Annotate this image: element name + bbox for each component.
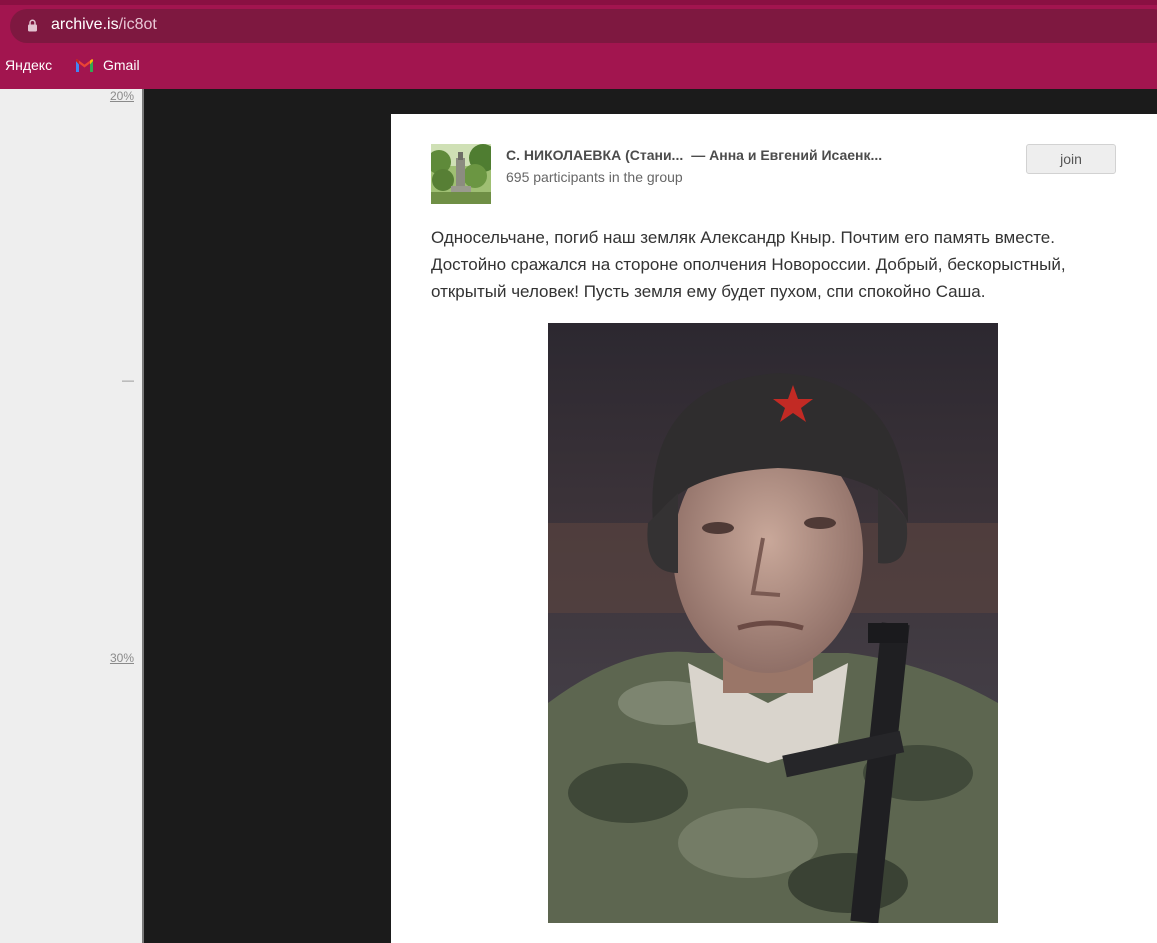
post-photo[interactable] <box>548 323 998 923</box>
scale-label-30[interactable]: 30% <box>110 651 134 665</box>
address-bar[interactable] <box>10 9 1157 43</box>
group-avatar[interactable] <box>431 144 491 204</box>
scroll-scale-panel: 20% — 30% <box>0 89 142 943</box>
post-card: С. НИКОЛАЕВКА (Стани... — Анна и Евгений … <box>391 114 1157 943</box>
post-author[interactable]: — Анна и Евгений Исаенк... <box>691 147 882 163</box>
group-avatar-image <box>431 144 491 204</box>
group-title-link[interactable]: С. НИКОЛАЕВКА (Стани... <box>506 147 683 163</box>
browser-chrome: archive.is/ic8ot Яндекс Gmail <box>0 0 1157 89</box>
soldier-photo <box>548 323 998 923</box>
window-top-edge <box>0 0 1157 5</box>
post-text: Односельчане, погиб наш земляк Александр… <box>431 228 1066 301</box>
bookmark-label: Яндекс <box>5 57 53 73</box>
scale-dash: — <box>122 373 134 387</box>
lock-icon[interactable] <box>27 19 38 32</box>
scale-label-20[interactable]: 20% <box>110 89 134 103</box>
url-host: archive.is <box>51 16 119 33</box>
bookmark-label: Gmail <box>103 57 140 73</box>
gmail-icon <box>76 58 93 72</box>
url-text[interactable]: archive.is/ic8ot <box>51 16 157 34</box>
bookmark-gmail[interactable]: Gmail <box>75 57 140 73</box>
bookmark-yandex[interactable]: Яндекс <box>5 57 52 73</box>
group-header: С. НИКОЛАЕВКА (Стани... — Анна и Евгений … <box>506 147 882 163</box>
participants-count: 695 participants in the group <box>506 169 683 185</box>
url-path: /ic8ot <box>118 16 157 33</box>
join-button[interactable]: join <box>1026 144 1116 174</box>
